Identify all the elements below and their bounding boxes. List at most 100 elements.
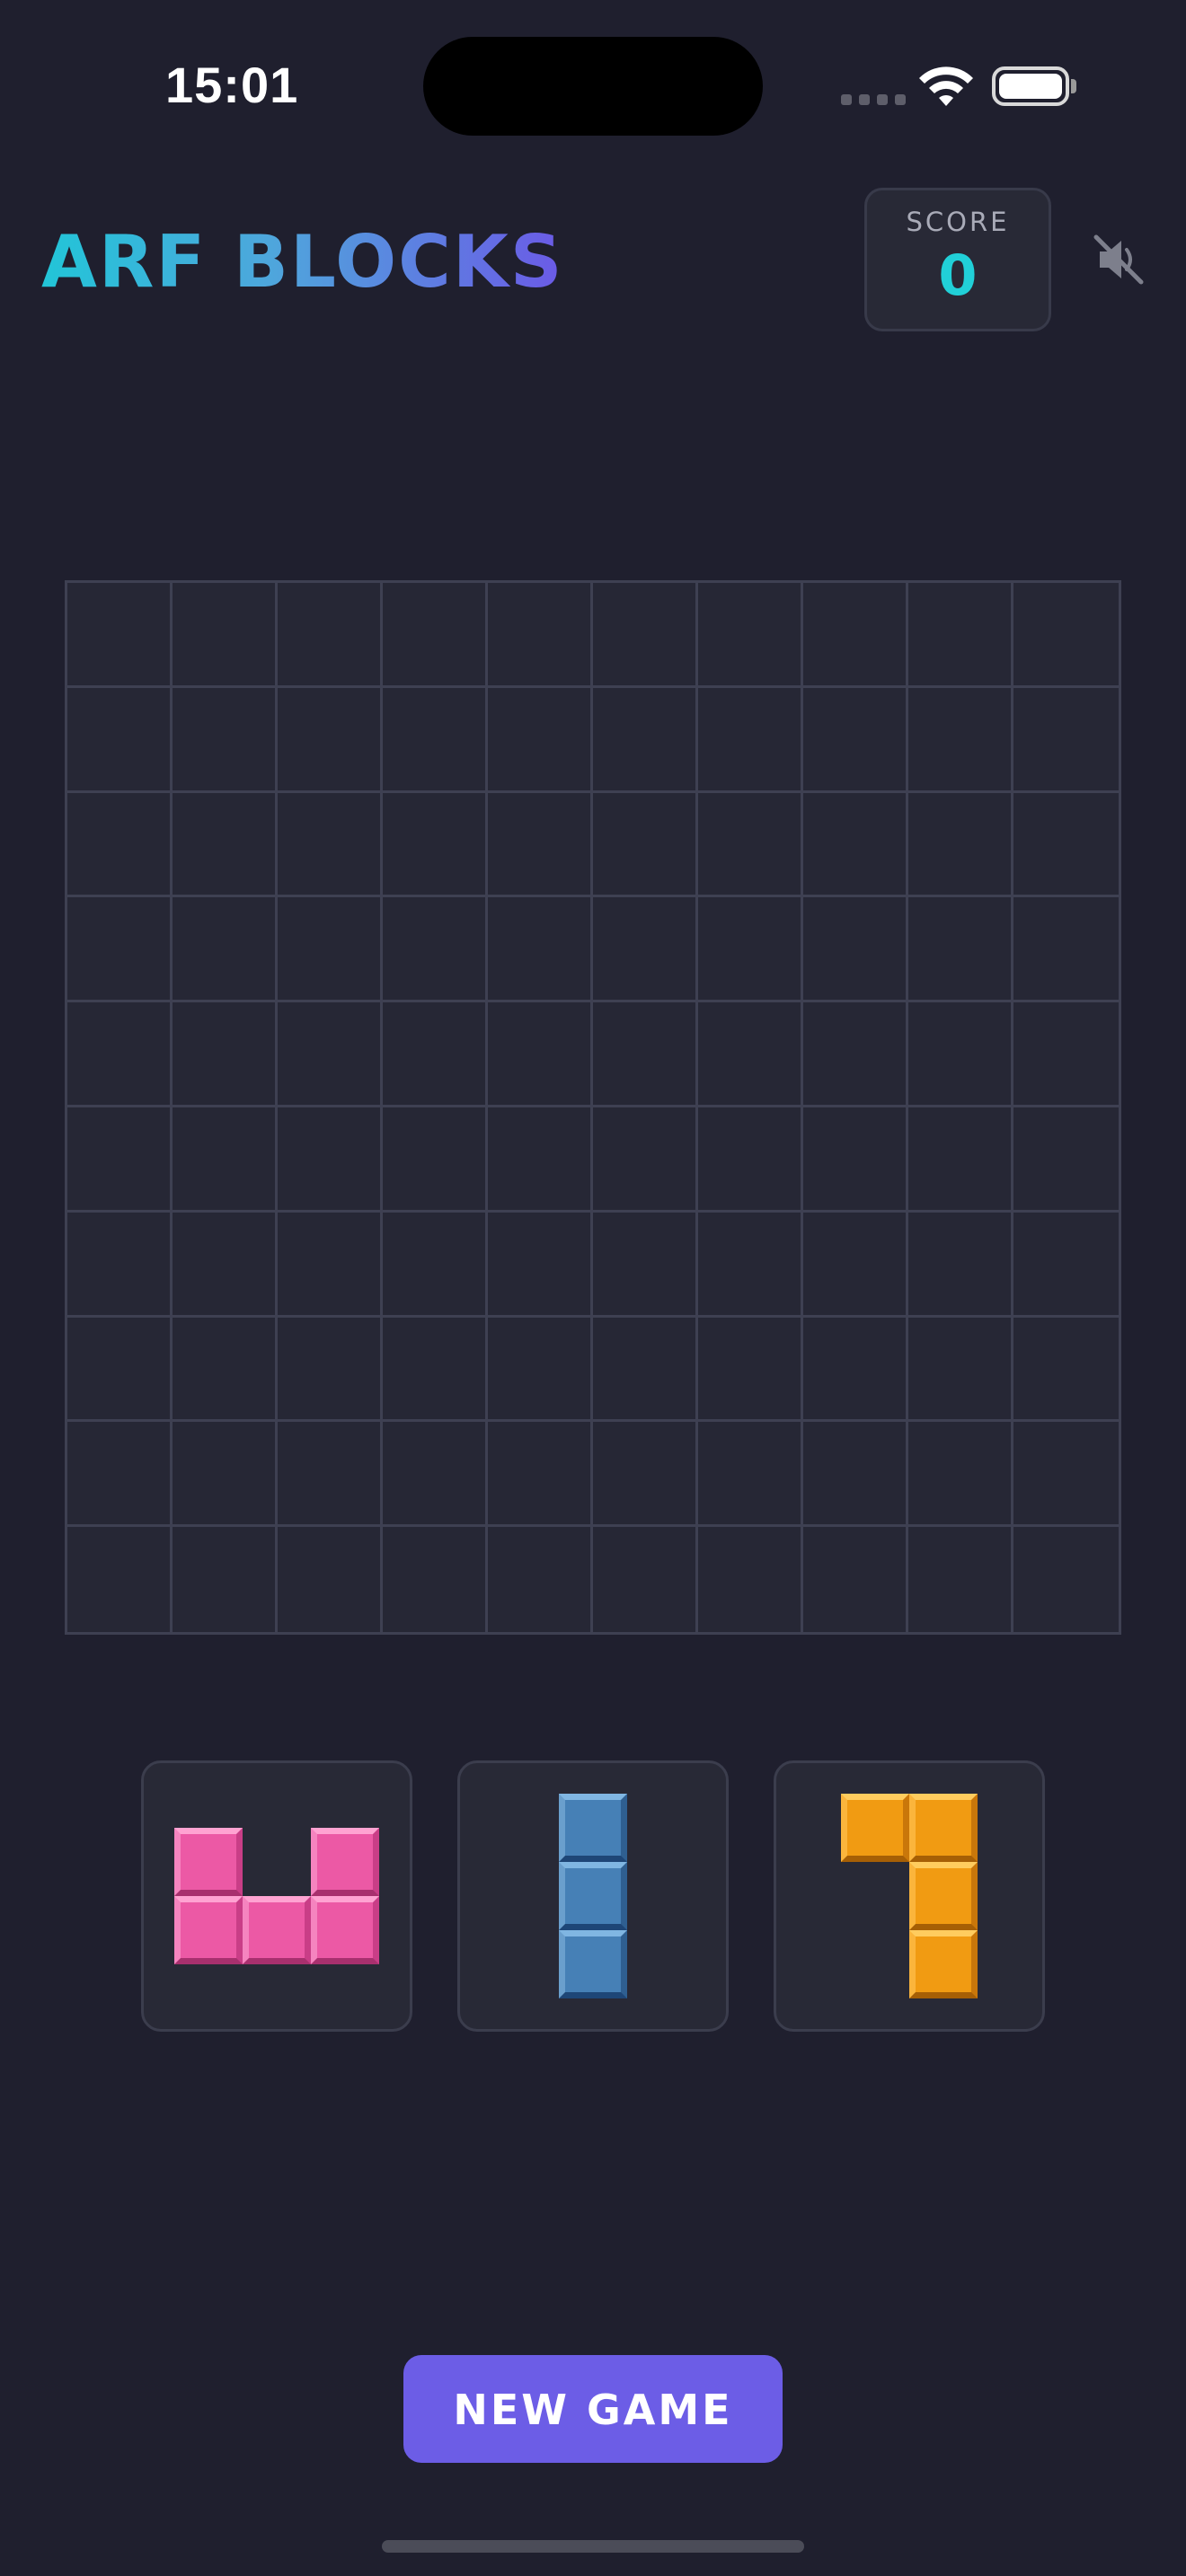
board-cell[interactable]: [383, 1422, 488, 1528]
board-cell[interactable]: [67, 1212, 173, 1318]
j-piece-block[interactable]: [909, 1794, 978, 1862]
piece-tray-2[interactable]: [457, 1760, 729, 2032]
board-cell[interactable]: [698, 583, 803, 688]
board-cell[interactable]: [173, 1317, 278, 1423]
board-cell[interactable]: [67, 583, 173, 688]
board-cell[interactable]: [173, 1107, 278, 1213]
board-cell[interactable]: [173, 792, 278, 898]
board-cell[interactable]: [803, 1422, 908, 1528]
speaker-muted-icon[interactable]: [1089, 230, 1148, 289]
board-cell[interactable]: [908, 1107, 1013, 1213]
board-cell[interactable]: [278, 792, 383, 898]
j-piece-block[interactable]: [909, 1930, 978, 1998]
board-cell[interactable]: [593, 1212, 698, 1318]
j-piece-block[interactable]: [841, 1794, 909, 1862]
i3-piece-block[interactable]: [559, 1862, 627, 1930]
u-piece-block[interactable]: [174, 1828, 243, 1896]
board-cell[interactable]: [173, 1422, 278, 1528]
piece-tray-1[interactable]: [141, 1760, 412, 2032]
board-cell[interactable]: [383, 1002, 488, 1107]
board-cell[interactable]: [803, 1107, 908, 1213]
board-cell[interactable]: [67, 1002, 173, 1107]
board-cell[interactable]: [908, 792, 1013, 898]
board-cell[interactable]: [383, 1212, 488, 1318]
board-cell[interactable]: [908, 687, 1013, 793]
board-cell[interactable]: [803, 1212, 908, 1318]
board-cell[interactable]: [67, 1422, 173, 1528]
board-cell[interactable]: [278, 687, 383, 793]
u-piece-block[interactable]: [311, 1828, 379, 1896]
board-cell[interactable]: [803, 897, 908, 1003]
board-cell[interactable]: [173, 687, 278, 793]
piece-tray-3[interactable]: [774, 1760, 1045, 2032]
board-cell[interactable]: [803, 583, 908, 688]
board-cell[interactable]: [1013, 583, 1119, 688]
board-cell[interactable]: [67, 1527, 173, 1632]
board-cell[interactable]: [488, 1317, 593, 1423]
board-cell[interactable]: [1013, 1422, 1119, 1528]
board-cell[interactable]: [67, 1317, 173, 1423]
board-cell[interactable]: [488, 1527, 593, 1632]
board-cell[interactable]: [593, 1527, 698, 1632]
board-cell[interactable]: [803, 1317, 908, 1423]
j-piece-block[interactable]: [909, 1862, 978, 1930]
board-cell[interactable]: [67, 792, 173, 898]
board-cell[interactable]: [173, 897, 278, 1003]
board-cell[interactable]: [908, 897, 1013, 1003]
board-cell[interactable]: [908, 1527, 1013, 1632]
board-cell[interactable]: [593, 1422, 698, 1528]
board-cell[interactable]: [488, 792, 593, 898]
board-cell[interactable]: [173, 1002, 278, 1107]
board-cell[interactable]: [278, 1317, 383, 1423]
board-cell[interactable]: [698, 1212, 803, 1318]
board-cell[interactable]: [383, 687, 488, 793]
board-cell[interactable]: [593, 687, 698, 793]
board-cell[interactable]: [488, 583, 593, 688]
board-cell[interactable]: [698, 1002, 803, 1107]
board-cell[interactable]: [173, 583, 278, 688]
i3-piece-block[interactable]: [559, 1794, 627, 1862]
board-cell[interactable]: [908, 583, 1013, 688]
i3-piece-block[interactable]: [559, 1930, 627, 1998]
board-cell[interactable]: [278, 1107, 383, 1213]
game-board[interactable]: [65, 580, 1121, 1635]
board-cell[interactable]: [698, 687, 803, 793]
board-cell[interactable]: [278, 1527, 383, 1632]
board-cell[interactable]: [383, 583, 488, 688]
board-cell[interactable]: [278, 897, 383, 1003]
board-cell[interactable]: [278, 1002, 383, 1107]
board-cell[interactable]: [488, 1002, 593, 1107]
board-cell[interactable]: [698, 1107, 803, 1213]
board-cell[interactable]: [803, 1527, 908, 1632]
board-cell[interactable]: [698, 792, 803, 898]
board-cell[interactable]: [173, 1212, 278, 1318]
board-cell[interactable]: [1013, 1213, 1119, 1318]
board-cell[interactable]: [593, 1107, 698, 1213]
board-cell[interactable]: [67, 687, 173, 793]
board-cell[interactable]: [1013, 1527, 1119, 1632]
board-cell[interactable]: [383, 1317, 488, 1423]
u-piece-block[interactable]: [311, 1896, 379, 1964]
board-cell[interactable]: [593, 583, 698, 688]
board-cell[interactable]: [593, 1317, 698, 1423]
board-cell[interactable]: [488, 687, 593, 793]
board-cell[interactable]: [173, 1527, 278, 1632]
board-cell[interactable]: [1013, 1318, 1119, 1423]
board-cell[interactable]: [383, 1107, 488, 1213]
board-cell[interactable]: [908, 1422, 1013, 1528]
board-cell[interactable]: [803, 687, 908, 793]
board-cell[interactable]: [698, 1317, 803, 1423]
board-cell[interactable]: [1013, 793, 1119, 898]
board-cell[interactable]: [698, 1422, 803, 1528]
board-cell[interactable]: [1013, 1107, 1119, 1213]
u-piece-block[interactable]: [243, 1896, 311, 1964]
board-cell[interactable]: [67, 897, 173, 1003]
board-cell[interactable]: [488, 1212, 593, 1318]
board-cell[interactable]: [593, 897, 698, 1003]
u-piece-block[interactable]: [174, 1896, 243, 1964]
board-cell[interactable]: [593, 792, 698, 898]
board-cell[interactable]: [908, 1212, 1013, 1318]
board-cell[interactable]: [803, 792, 908, 898]
board-cell[interactable]: [1013, 688, 1119, 793]
board-cell[interactable]: [698, 897, 803, 1003]
